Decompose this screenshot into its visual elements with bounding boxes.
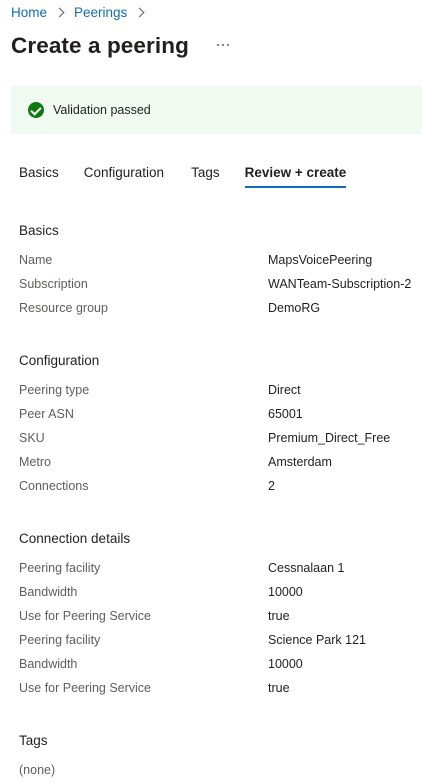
validation-banner: Validation passed xyxy=(11,86,422,134)
summary-row: Use for Peering Service true xyxy=(19,609,419,627)
row-value: MapsVoicePeering xyxy=(268,253,373,267)
section-title-configuration: Configuration xyxy=(19,353,100,368)
row-value: 65001 xyxy=(268,407,303,421)
summary-row: Bandwidth 10000 xyxy=(19,585,419,603)
row-value: 10000 xyxy=(268,585,303,599)
summary-row: Resource group DemoRG xyxy=(19,301,419,319)
row-label: Subscription xyxy=(19,277,88,291)
summary-row: Peer ASN 65001 xyxy=(19,407,419,425)
row-label: Peering facility xyxy=(19,633,101,647)
summary-row: Name MapsVoicePeering xyxy=(19,253,419,271)
chevron-right-icon xyxy=(134,7,145,17)
row-label: Resource group xyxy=(19,301,108,315)
tags-empty-text: (none) xyxy=(19,763,56,777)
row-value: Science Park 121 xyxy=(268,633,366,647)
section-title-basics: Basics xyxy=(19,223,59,238)
page-header: Create a peering xyxy=(11,30,233,62)
breadcrumb-home-link[interactable]: Home xyxy=(11,5,47,20)
summary-row: Peering type Direct xyxy=(19,383,419,401)
row-value: true xyxy=(268,609,290,623)
breadcrumb: Home Peerings xyxy=(11,3,154,21)
tab-review-create[interactable]: Review + create xyxy=(244,165,346,188)
row-value: 2 xyxy=(268,479,275,493)
row-label: Name xyxy=(19,253,53,267)
wizard-tabs: Basics Configuration Tags Review + creat… xyxy=(19,165,346,188)
summary-row: SKU Premium_Direct_Free xyxy=(19,431,419,449)
row-label: Bandwidth xyxy=(19,657,78,671)
tab-tags[interactable]: Tags xyxy=(191,165,220,188)
row-label: Use for Peering Service xyxy=(19,609,152,623)
page-title: Create a peering xyxy=(11,33,189,58)
ellipsis-icon[interactable] xyxy=(213,40,233,50)
section-title-tags: Tags xyxy=(19,733,48,748)
summary-row: Peering facility Science Park 121 xyxy=(19,633,419,651)
summary-row: Metro Amsterdam xyxy=(19,455,419,473)
checkmark-circle-icon xyxy=(28,102,44,118)
row-value: Premium_Direct_Free xyxy=(268,431,391,445)
section-title-connection-details: Connection details xyxy=(19,531,131,546)
breadcrumb-peerings-link[interactable]: Peerings xyxy=(74,5,127,20)
validation-message: Validation passed xyxy=(53,103,151,117)
summary-row: Bandwidth 10000 xyxy=(19,657,419,675)
row-label: Peer ASN xyxy=(19,407,74,421)
summary-row: Connections 2 xyxy=(19,479,419,497)
row-label: Connections xyxy=(19,479,89,493)
row-value: true xyxy=(268,681,290,695)
row-value: Cessnalaan 1 xyxy=(268,561,345,575)
tab-configuration[interactable]: Configuration xyxy=(84,165,164,188)
tab-basics[interactable]: Basics xyxy=(19,165,59,188)
row-label: Bandwidth xyxy=(19,585,78,599)
summary-row: Peering facility Cessnalaan 1 xyxy=(19,561,419,579)
row-value: Amsterdam xyxy=(268,455,332,469)
row-value: 10000 xyxy=(268,657,303,671)
summary-row: Subscription WANTeam-Subscription-2 xyxy=(19,277,419,295)
row-label: Use for Peering Service xyxy=(19,681,152,695)
summary-row: Use for Peering Service true xyxy=(19,681,419,699)
row-label: Peering type xyxy=(19,383,90,397)
row-value: Direct xyxy=(268,383,301,397)
row-value: DemoRG xyxy=(268,301,321,315)
row-label: SKU xyxy=(19,431,45,445)
row-label: Metro xyxy=(19,455,51,469)
row-value: WANTeam-Subscription-2 xyxy=(268,277,412,291)
chevron-right-icon xyxy=(54,7,65,17)
row-label: Peering facility xyxy=(19,561,101,575)
